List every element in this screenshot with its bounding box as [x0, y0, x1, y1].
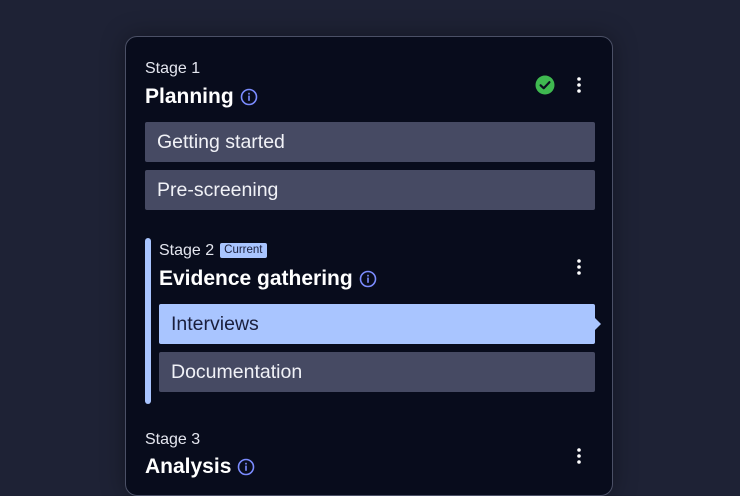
stage-3: Stage 3 Analysis [126, 37, 612, 495]
kebab-menu-icon [577, 448, 581, 464]
stages-card: Stage 1 Planning Getting started Pre-scr… [125, 36, 613, 496]
stage-3-title: Analysis [145, 455, 255, 479]
stage-3-menu-button[interactable] [569, 446, 589, 466]
info-icon[interactable] [237, 458, 255, 476]
stage-3-title-text: Analysis [145, 455, 232, 478]
stage-3-label: Stage 3 [145, 431, 201, 448]
